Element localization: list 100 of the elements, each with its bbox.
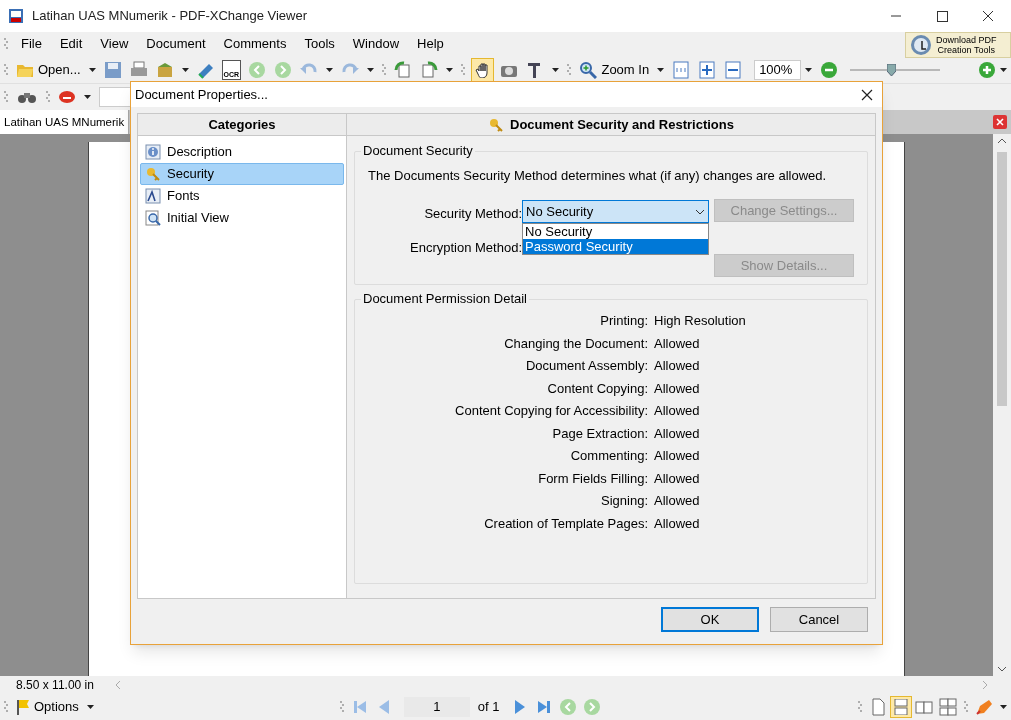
caret-icon[interactable] xyxy=(84,95,91,99)
dialog-button[interactable]: OK xyxy=(661,607,759,632)
fit-page-icon[interactable] xyxy=(697,59,718,80)
page-number-field[interactable]: 1 xyxy=(403,697,470,717)
caret-icon[interactable] xyxy=(326,67,334,72)
permission-value: Allowed xyxy=(654,402,701,419)
pencil-icon[interactable] xyxy=(975,698,993,716)
continuous-facing-icon[interactable] xyxy=(939,698,957,716)
binoculars-icon[interactable] xyxy=(16,90,38,104)
save-icon[interactable] xyxy=(102,59,123,80)
scroll-thumb[interactable] xyxy=(997,152,1007,406)
magnifier-icon xyxy=(579,60,598,79)
field-label: Encryption Method: xyxy=(410,239,522,257)
caret-icon[interactable] xyxy=(88,67,96,72)
toolbar-grip-icon[interactable] xyxy=(46,90,50,104)
menu-item[interactable]: File xyxy=(12,34,51,54)
actual-size-icon[interactable] xyxy=(671,59,692,80)
continuous-page-icon xyxy=(894,699,908,715)
continuous-page-button[interactable] xyxy=(890,696,912,718)
font-icon xyxy=(145,188,161,204)
rotate-right-icon[interactable] xyxy=(419,59,440,80)
toolbar-grip-icon[interactable] xyxy=(382,62,387,77)
caret-icon[interactable] xyxy=(446,67,454,72)
categories-header: Categories xyxy=(138,114,346,136)
caret-icon[interactable] xyxy=(367,67,375,72)
zoom-in-button[interactable]: Zoom In xyxy=(575,57,654,82)
download-button[interactable]: Download PDF Creation Tools xyxy=(905,32,1011,58)
permission-value: Allowed xyxy=(654,379,701,397)
scroll-left-icon xyxy=(114,680,122,690)
category-item[interactable]: Initial View xyxy=(140,207,344,229)
hand-tool-button[interactable] xyxy=(471,57,495,82)
toolbar-grip-icon[interactable] xyxy=(4,700,8,714)
document-tab[interactable]: Latihan UAS MNumerik xyxy=(0,110,130,134)
zoom-field[interactable]: 100% xyxy=(754,59,801,80)
chevron-down-icon xyxy=(695,208,705,215)
hand-icon xyxy=(474,61,491,78)
dialog-button[interactable]: Cancel xyxy=(770,607,868,632)
dropdown-option[interactable]: No Security xyxy=(523,224,708,239)
toolbar-grip-icon[interactable] xyxy=(567,62,572,77)
permission-value: Allowed xyxy=(654,334,701,352)
permission-value: Allowed xyxy=(654,492,701,509)
permission-value: Allowed xyxy=(654,514,701,532)
fit-width-icon[interactable] xyxy=(723,59,744,80)
open-button[interactable]: Open... xyxy=(12,57,85,82)
keys-icon xyxy=(145,166,161,182)
caret-icon[interactable] xyxy=(1000,705,1007,709)
close-tab-icon[interactable] xyxy=(993,115,1007,129)
dialog-title: Document Properties... xyxy=(135,85,268,104)
permission-value: High Resolution xyxy=(654,312,747,329)
caret-icon[interactable] xyxy=(86,705,94,709)
options-button[interactable]: Options xyxy=(12,697,83,717)
section-header: Document Security and Restrictions xyxy=(347,114,875,136)
group-title: Document Security xyxy=(361,143,475,159)
menu-item[interactable]: Window xyxy=(343,34,409,54)
permission-label: Changing the Document: xyxy=(503,334,648,352)
flag-icon xyxy=(16,699,30,715)
category-item[interactable]: Description xyxy=(140,141,344,163)
slider-thumb[interactable] xyxy=(886,63,896,76)
caret-icon[interactable] xyxy=(181,67,189,72)
app-icon xyxy=(8,8,24,24)
permission-label: Page Extraction: xyxy=(551,424,648,442)
category-item[interactable]: Fonts xyxy=(140,185,344,207)
permission-label: Content Copying: xyxy=(546,379,648,397)
zoom-out-icon[interactable] xyxy=(820,60,838,79)
permission-label: Content Copying for Accessibility: xyxy=(454,402,648,419)
back-icon[interactable] xyxy=(247,59,268,80)
page-count-text: of 1 xyxy=(477,698,500,717)
toolbar-grip-icon[interactable] xyxy=(4,62,8,77)
menu-item[interactable]: Tools xyxy=(295,34,344,54)
toolbar-grip-icon[interactable] xyxy=(4,37,8,51)
zoom-slider[interactable] xyxy=(850,62,940,77)
caret-icon[interactable] xyxy=(657,67,665,72)
menu-item[interactable]: Document xyxy=(137,34,215,54)
vertical-scrollbar[interactable] xyxy=(993,134,1011,676)
toolbar-grip-icon[interactable] xyxy=(4,90,8,104)
toolbar-grip-icon[interactable] xyxy=(461,62,466,77)
permission-value: Allowed xyxy=(654,447,701,464)
dropdown-option[interactable]: Password Security xyxy=(523,239,708,254)
menu-item[interactable]: Edit xyxy=(50,34,92,54)
caret-icon[interactable] xyxy=(1000,67,1007,72)
permission-label: Creation of Template Pages: xyxy=(483,514,648,532)
caret-icon[interactable] xyxy=(805,67,812,72)
permission-value: Allowed xyxy=(654,357,701,374)
description-text: The Documents Security Method determines what (if any) changes are allowed. xyxy=(368,167,827,185)
permission-value: Allowed xyxy=(654,424,701,442)
forward-icon[interactable] xyxy=(582,698,601,716)
menu-item[interactable]: View xyxy=(91,34,138,54)
toolbar-grip-icon[interactable] xyxy=(858,700,862,714)
info-icon xyxy=(145,144,161,160)
facing-pages-icon[interactable] xyxy=(915,698,933,716)
menu-item[interactable]: Help xyxy=(408,34,453,54)
scroll-right-icon xyxy=(981,680,989,690)
toolbar-grip-icon[interactable] xyxy=(964,700,968,714)
security-method-dropdown[interactable]: No Security xyxy=(522,200,709,223)
back-icon[interactable] xyxy=(558,698,577,716)
category-item[interactable]: Security xyxy=(140,163,344,185)
menu-item[interactable]: Comments xyxy=(214,34,296,54)
caret-icon[interactable] xyxy=(552,67,560,72)
toolbar-grip-icon[interactable] xyxy=(339,700,344,714)
single-page-icon[interactable] xyxy=(869,698,887,716)
